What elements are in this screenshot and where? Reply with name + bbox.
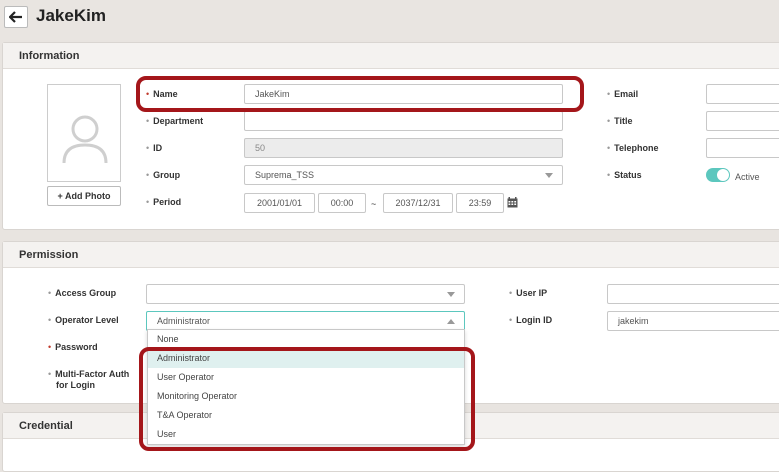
chevron-up-icon	[447, 319, 455, 324]
permission-header: Permission	[3, 242, 779, 268]
mfa-label: • Multi-Factor Auth for Login	[48, 369, 130, 390]
chevron-down-icon	[545, 173, 553, 178]
access-group-label: • Access Group	[48, 288, 117, 298]
group-label: • Group	[146, 170, 181, 180]
operator-level-select[interactable]: Administrator	[146, 311, 465, 331]
access-group-select[interactable]	[146, 284, 465, 304]
period-separator: ~	[371, 199, 377, 209]
period-label: • Period	[146, 197, 182, 207]
period-end-time[interactable]: 23:59	[456, 193, 504, 213]
id-input: 50	[244, 138, 563, 158]
telephone-input[interactable]	[706, 138, 779, 158]
telephone-label: • Telephone	[607, 143, 659, 153]
period-start-date[interactable]: 2001/01/01	[244, 193, 315, 213]
status-label: • Status	[607, 170, 642, 180]
name-highlight-box	[136, 76, 584, 112]
title-input[interactable]	[706, 111, 779, 131]
person-icon	[62, 115, 108, 164]
id-label: • ID	[146, 143, 163, 153]
add-photo-button[interactable]: + Add Photo	[47, 186, 121, 206]
department-input[interactable]	[244, 111, 563, 131]
status-toggle[interactable]	[706, 168, 730, 182]
user-ip-input[interactable]	[607, 284, 779, 304]
email-label: • Email	[607, 89, 639, 99]
group-select[interactable]: Suprema_TSS	[244, 165, 563, 185]
operator-level-value: Administrator	[157, 316, 211, 326]
status-value: Active	[735, 172, 760, 182]
arrow-left-icon	[9, 11, 22, 23]
back-arrow-icon[interactable]	[4, 6, 28, 28]
group-select-value: Suprema_TSS	[255, 170, 315, 180]
operator-level-label: • Operator Level	[48, 315, 119, 325]
information-header: Information	[3, 43, 779, 69]
calendar-icon[interactable]	[507, 197, 518, 208]
email-input[interactable]	[706, 84, 779, 104]
period-end-date[interactable]: 2037/12/31	[383, 193, 453, 213]
department-label: • Department	[146, 116, 204, 126]
dropdown-highlight-box	[139, 347, 475, 451]
period-start-time[interactable]: 00:00	[318, 193, 366, 213]
login-id-label: • Login ID	[509, 315, 553, 325]
login-id-input[interactable]: jakekim	[607, 311, 779, 331]
chevron-down-icon	[447, 292, 455, 297]
toggle-knob	[717, 169, 729, 181]
calendar-glyph	[507, 197, 518, 208]
top-bar: JakeKim	[0, 0, 779, 40]
password-label: • Password	[48, 342, 98, 352]
page-title: JakeKim	[36, 6, 106, 25]
photo-placeholder	[47, 84, 121, 182]
title-label: • Title	[607, 116, 633, 126]
user-ip-label: • User IP	[509, 288, 548, 298]
